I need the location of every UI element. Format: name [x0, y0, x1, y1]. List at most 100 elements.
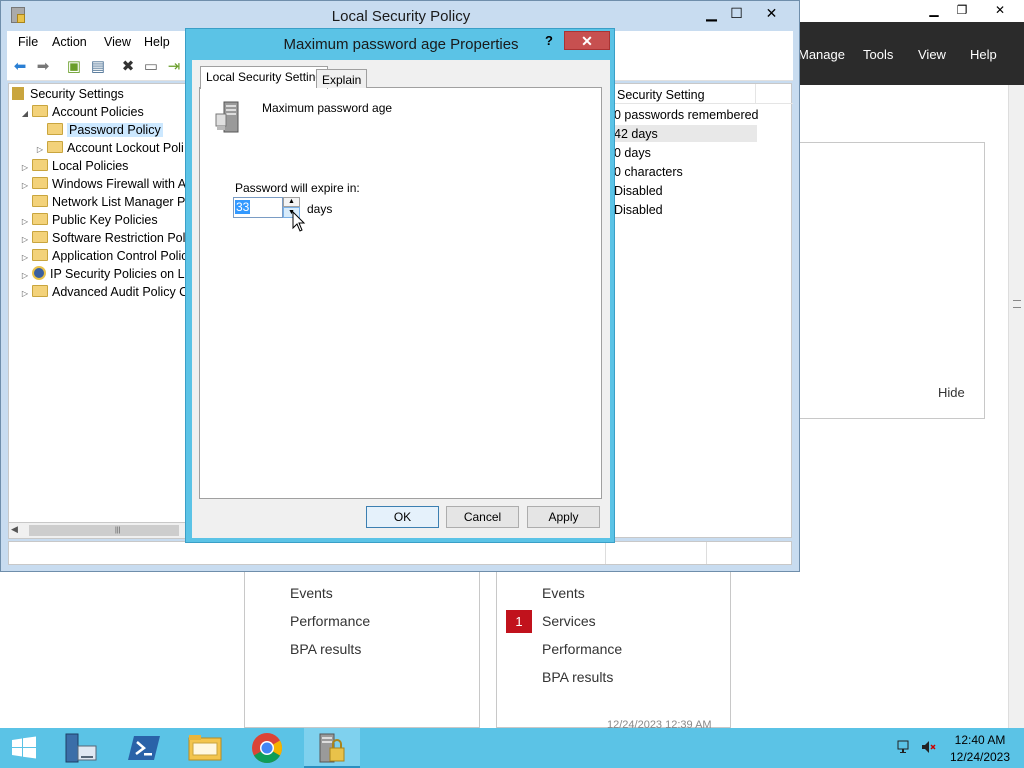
lsp-titlebar[interactable]: Local Security Policy ▁ ☐ ✕	[2, 2, 798, 30]
sm-close-button[interactable]: ✕	[984, 0, 1016, 20]
folder-icon	[47, 123, 63, 135]
up-folder-icon[interactable]: ▣	[64, 57, 84, 77]
scroll-left-icon[interactable]: ◀	[11, 524, 18, 535]
sm-menu-help[interactable]: Help	[970, 47, 997, 62]
tab-local-security-setting[interactable]: Local Security Setting	[200, 66, 329, 89]
file-explorer-graphic	[188, 735, 222, 761]
server-manager-icon[interactable]	[63, 732, 99, 764]
chrome-icon[interactable]	[249, 732, 285, 764]
tile-events-link[interactable]: Events	[542, 585, 585, 601]
tree-item-network-list[interactable]: Network List Manager Po	[18, 193, 187, 211]
password-age-input[interactable]: 33	[233, 197, 283, 218]
tree-item-windows-firewall[interactable]: ▷ Windows Firewall with Ac	[18, 175, 188, 193]
sm-restore-button[interactable]: ❐	[946, 0, 978, 20]
folder-icon	[32, 213, 48, 225]
tree-item-software-restriction[interactable]: ▷ Software Restriction Polic	[18, 229, 188, 247]
tile-bpa-link[interactable]: BPA results	[542, 669, 613, 685]
export-list-icon[interactable]: ⇥	[164, 57, 184, 77]
tree-item-password-policy[interactable]: Password Policy	[33, 121, 163, 139]
tile-performance-link[interactable]: Performance	[290, 613, 370, 629]
services-alert-badge: 1	[506, 610, 532, 633]
cancel-button[interactable]: Cancel	[446, 506, 519, 528]
tile-performance-link[interactable]: Performance	[542, 641, 622, 657]
delete-icon[interactable]: ✖	[118, 57, 138, 77]
clock-date[interactable]: 12/24/2023	[944, 750, 1016, 764]
tree-item-ip-security[interactable]: ▷ IP Security Policies on Lo	[18, 265, 188, 283]
menu-action[interactable]: Action	[52, 35, 87, 49]
close-button[interactable]: ✕	[755, 3, 788, 23]
help-button[interactable]: ?	[536, 31, 562, 50]
mouse-cursor-graphic	[292, 210, 306, 232]
collapse-icon[interactable]: ◢	[18, 105, 32, 123]
tree-item-account-lockout[interactable]: ▷ Account Lockout Poli	[33, 139, 184, 157]
scrollbar-thumb[interactable]: |||	[29, 525, 179, 536]
network-tray-icon[interactable]	[897, 740, 913, 754]
tree-item-label: IP Security Policies on Lo	[50, 267, 188, 281]
list-value[interactable]: 0 days	[614, 146, 651, 160]
policy-name-label: Maximum password age	[262, 101, 393, 115]
expire-label: Password will expire in:	[235, 181, 360, 195]
list-value[interactable]: 0 passwords remembered	[614, 108, 759, 122]
tree-item-local-policies[interactable]: ▷ Local Policies	[18, 157, 128, 175]
tree-item-application-control[interactable]: ▷ Application Control Polic	[18, 247, 187, 265]
folder-icon	[32, 195, 48, 207]
list-value[interactable]: Disabled	[614, 184, 663, 198]
local-security-policy-icon[interactable]	[314, 732, 350, 764]
tree-item-label: Windows Firewall with Ac	[52, 177, 188, 191]
tab-explain[interactable]: Explain	[316, 69, 368, 88]
volume-muted-tray-icon[interactable]	[921, 740, 937, 754]
sm-menu-manage[interactable]: Manage	[798, 47, 845, 62]
tree-item-advanced-audit[interactable]: ▷ Advanced Audit Policy C	[18, 283, 187, 303]
tree-item-security-settings[interactable]: Security Settings	[12, 85, 124, 103]
local-security-policy-graphic	[319, 733, 345, 763]
list-value[interactable]: 0 characters	[614, 165, 683, 179]
tree-item-account-policies[interactable]: ◢ Account Policies	[18, 103, 144, 121]
start-icon[interactable]	[6, 732, 42, 764]
tree-item-label: Security Settings	[30, 87, 124, 101]
maximize-button[interactable]: ☐	[720, 3, 753, 23]
volume-graphic	[922, 741, 936, 753]
menu-help[interactable]: Help	[144, 35, 170, 49]
powershell-graphic	[128, 736, 160, 760]
menu-view[interactable]: View	[104, 35, 131, 49]
apply-button[interactable]: Apply	[527, 506, 600, 528]
spin-up-button[interactable]: ▲	[283, 197, 300, 207]
tree-horizontal-scrollbar[interactable]: ◀ |||	[8, 522, 188, 539]
menu-file[interactable]: File	[18, 35, 38, 49]
ok-button[interactable]: OK	[366, 506, 439, 528]
file-explorer-icon[interactable]	[187, 732, 223, 764]
expand-icon[interactable]: ▷	[18, 285, 32, 303]
scrollbar-grip	[1013, 300, 1021, 308]
status-bar	[8, 541, 792, 565]
status-divider	[605, 542, 606, 564]
window-title: Local Security Policy	[331, 8, 471, 25]
role-tile-2: Events Services Performance BPA results …	[496, 564, 731, 728]
sm-menu-view[interactable]: View	[918, 47, 946, 62]
column-header-security-setting[interactable]: Security Setting	[617, 88, 705, 102]
powershell-icon[interactable]	[126, 732, 162, 764]
list-value[interactable]: Disabled	[614, 203, 663, 217]
scrollbar-grip: |||	[115, 527, 121, 534]
show-hide-tree-icon[interactable]: ▤	[88, 57, 108, 77]
tree-item-label: Password Policy	[67, 123, 163, 137]
clock-time[interactable]: 12:40 AM	[944, 733, 1016, 747]
dialog-close-button[interactable]: ✕	[564, 31, 610, 50]
tree-item-public-key[interactable]: ▷ Public Key Policies	[18, 211, 158, 229]
tile-bpa-link[interactable]: BPA results	[290, 641, 361, 657]
tree-item-label: Local Policies	[52, 159, 129, 173]
role-tile-1: Events Performance BPA results	[244, 564, 480, 728]
tree-item-label: Software Restriction Polic	[52, 231, 188, 245]
network-graphic	[897, 740, 909, 753]
back-arrow-icon[interactable]: ⬅	[10, 57, 30, 77]
tree-item-label: Account Lockout Poli	[67, 141, 184, 155]
properties-icon[interactable]: ▭	[141, 57, 161, 77]
sm-menu-tools[interactable]: Tools	[863, 47, 893, 62]
list-value[interactable]: 42 days	[614, 127, 658, 141]
sm-vertical-scrollbar[interactable]	[1008, 85, 1024, 728]
forward-arrow-icon[interactable]: ➡	[33, 57, 53, 77]
tab-panel	[199, 87, 602, 499]
tile-events-link[interactable]: Events	[290, 585, 333, 601]
hide-link[interactable]: Hide	[938, 385, 965, 400]
tile-services-link[interactable]: Services	[542, 613, 596, 629]
server-policy-icon-graphic	[215, 101, 239, 133]
